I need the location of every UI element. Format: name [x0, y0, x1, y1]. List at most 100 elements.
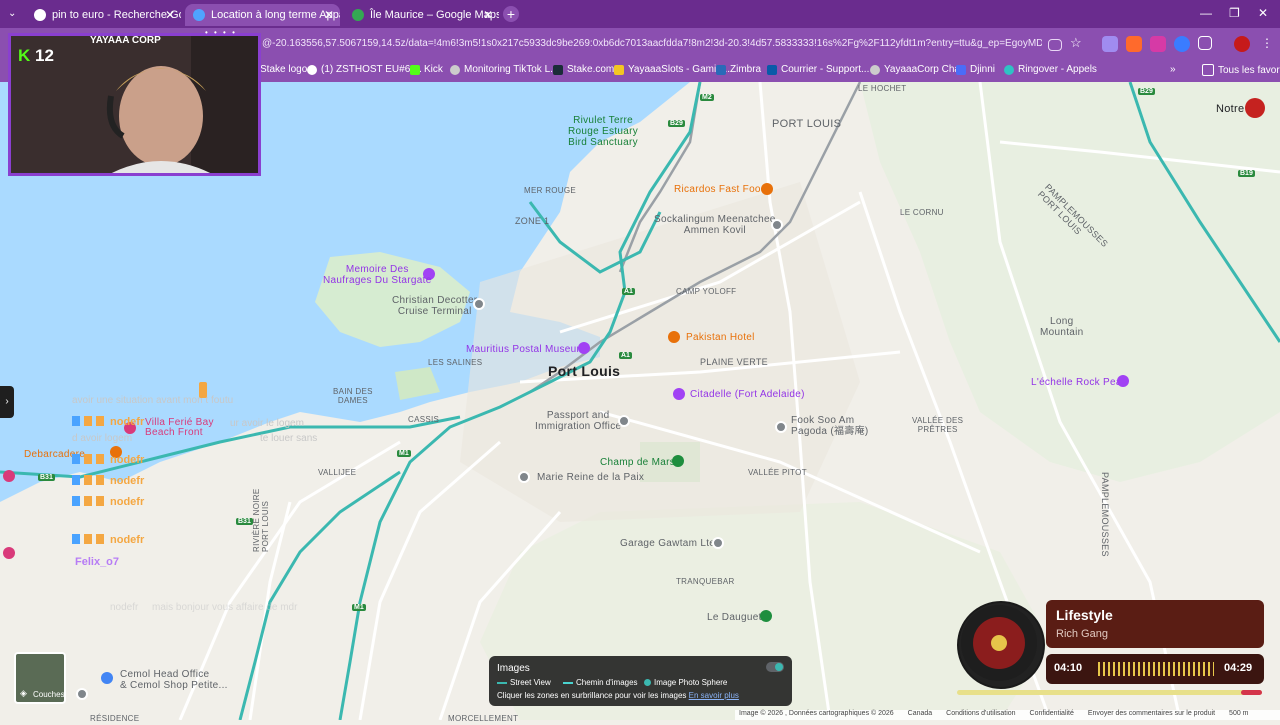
maps-pin-icon: [352, 9, 364, 21]
extension-icon[interactable]: [1102, 36, 1118, 52]
tab-menu-button[interactable]: ⌄: [8, 8, 16, 19]
poi-label[interactable]: Mauritius Postal Museum: [466, 344, 585, 355]
close-icon[interactable]: ✕: [165, 8, 175, 22]
garage-pin-icon[interactable]: [712, 537, 724, 549]
poi-label[interactable]: Le Dauguet: [707, 612, 762, 623]
terms-link[interactable]: Conditions d'utilisation: [946, 710, 1015, 717]
bookmark[interactable]: YayaaaCorp Chat: [870, 64, 963, 75]
poi-label[interactable]: Cemol Head Office & Cemol Shop Petite...: [120, 669, 228, 691]
minimize-icon[interactable]: —: [1200, 6, 1212, 20]
district-label: LES SALINES: [428, 358, 483, 367]
poi-label[interactable]: Fook Soo Am Pagoda (福壽庵): [791, 415, 869, 437]
bookmark[interactable]: Kick: [410, 64, 443, 75]
place-pin-icon[interactable]: [1245, 98, 1265, 118]
poi-label[interactable]: Villa Ferié Bay Beach Front: [145, 418, 214, 438]
close-icon[interactable]: ✕: [324, 8, 334, 22]
url-field[interactable]: @-20.163556,57.5067159,14.5z/data=!4m6!3…: [262, 38, 1042, 49]
poi-label[interactable]: Passport and Immigration Office: [535, 410, 621, 432]
all-bookmarks[interactable]: Tous les favoris: [1202, 64, 1280, 76]
new-tab-button[interactable]: +: [503, 6, 519, 22]
poi-label[interactable]: Marie Reine de la Paix: [537, 472, 644, 483]
bookmark[interactable]: YayaaaSlots - Gamin...: [614, 64, 730, 75]
poi-label[interactable]: Memoire Des Naufrages Du Stargate: [323, 264, 432, 286]
globe-icon: [450, 64, 460, 75]
church-pin-icon[interactable]: [518, 471, 530, 483]
mountain-label[interactable]: Long Mountain: [1040, 316, 1084, 338]
track-title: Lifestyle: [1056, 607, 1113, 623]
poi-label[interactable]: Christian Decotter Cruise Terminal: [392, 295, 477, 317]
peak-pin-icon[interactable]: [1117, 375, 1129, 387]
museum-pin-icon[interactable]: [578, 342, 590, 354]
profile-avatar-icon[interactable]: [1234, 36, 1250, 52]
poi-label[interactable]: Pakistan Hotel: [686, 332, 755, 343]
bookmark[interactable]: Courrier - Support...: [767, 64, 869, 75]
bookmark[interactable]: Monitoring TikTok L...: [450, 64, 558, 75]
webcam-title: YAYAAA CORP: [90, 35, 161, 46]
hotel-pin-icon[interactable]: [668, 331, 680, 343]
shop-pin-icon[interactable]: [101, 672, 113, 684]
browser-menu-icon[interactable]: ⋮: [1261, 36, 1273, 50]
poi-label[interactable]: Garage Gawtam Ltee: [620, 538, 721, 549]
legend-image-path: Chemin d'images: [563, 678, 638, 687]
extensions-puzzle-icon[interactable]: [1198, 36, 1212, 50]
tab-google-maps[interactable]: Île Maurice – Google Maps ✕: [344, 4, 499, 26]
pink-pin-icon[interactable]: [3, 547, 15, 559]
bookmark[interactable]: Ringover - Appels: [1004, 64, 1097, 75]
park-pin-icon[interactable]: [760, 610, 772, 622]
park-pin-icon[interactable]: [672, 455, 684, 467]
album-disc-icon: [961, 605, 1037, 681]
layers-button[interactable]: ◈ Couches: [14, 652, 66, 704]
poi-label[interactable]: Citadelle (Fort Adelaide): [690, 389, 805, 400]
extension-icon[interactable]: [1150, 36, 1166, 52]
google-icon: [34, 9, 46, 21]
terminal-pin-icon[interactable]: [473, 298, 485, 310]
fort-pin-icon[interactable]: [673, 388, 685, 400]
close-window-icon[interactable]: ✕: [1258, 6, 1268, 20]
feedback-link[interactable]: Envoyer des commentaires sur le produit: [1088, 710, 1215, 717]
tab-title: pin to euro - Recherche Google: [52, 9, 181, 21]
images-toggle[interactable]: [766, 662, 784, 672]
poi-label[interactable]: Sockalingum Meenatchee Ammen Kovil: [654, 214, 776, 236]
learn-more-link[interactable]: En savoir plus: [689, 691, 739, 700]
extension-icon[interactable]: [1174, 36, 1190, 52]
expand-panel-chevron-icon[interactable]: ›: [0, 386, 14, 418]
close-icon[interactable]: ✕: [483, 8, 493, 22]
poi-label[interactable]: Champ de Mars: [600, 457, 675, 468]
bookmark[interactable]: (1) ZSTHOST EU#6-...: [307, 64, 422, 75]
bookmark[interactable]: Stake.com: [553, 64, 614, 75]
djinni-icon: [956, 64, 966, 75]
pink-pin-icon[interactable]: [3, 470, 15, 482]
temple-pin-icon[interactable]: [771, 219, 783, 231]
district-label: RÉSIDENCE: [90, 714, 140, 723]
more-bookmarks-chevron-icon[interactable]: »: [1170, 64, 1176, 75]
extension-icon[interactable]: [1126, 36, 1142, 52]
maximize-icon[interactable]: ❐: [1229, 6, 1240, 20]
bookmark-label: YayaaaCorp Chat: [884, 64, 963, 75]
zimbra-icon: [716, 64, 726, 75]
road-badge: A1: [622, 288, 635, 295]
district-label: VALLÉE DES PRÊTRES: [912, 416, 964, 434]
region-link[interactable]: Canada: [908, 710, 933, 717]
privacy-link[interactable]: Confidentialité: [1030, 710, 1074, 717]
place-label[interactable]: Notre: [1216, 103, 1244, 115]
bookmark[interactable]: Zimbra: [716, 64, 761, 75]
bookmark-label: Monitoring TikTok L...: [464, 64, 559, 75]
poi-label[interactable]: L'échelle Rock Peak: [1031, 377, 1127, 388]
office-pin-icon[interactable]: [618, 415, 630, 427]
road-badge: B19: [1238, 170, 1255, 177]
install-app-icon[interactable]: [1048, 39, 1062, 51]
bookmark[interactable]: Djinni: [956, 64, 995, 75]
city-label[interactable]: Port Louis: [548, 363, 620, 379]
total-time: 04:29: [1224, 662, 1253, 674]
pegman-icon[interactable]: [76, 688, 88, 700]
bookmark-label: Stake.com: [567, 64, 615, 75]
poi-label[interactable]: Rivulet Terre Rouge Estuary Bird Sanctua…: [568, 115, 638, 148]
tab-title: Location à long terme Apparten: [211, 9, 340, 21]
pagoda-pin-icon[interactable]: [775, 421, 787, 433]
tab-location[interactable]: Location à long terme Apparten ✕: [185, 4, 340, 26]
district-label: VALLÉE PITOT: [748, 468, 807, 477]
viewer-count: 12: [35, 46, 54, 65]
bookmark-star-icon[interactable]: ☆: [1070, 35, 1082, 51]
tab-google-search[interactable]: pin to euro - Recherche Google ✕: [26, 4, 181, 26]
poi-label[interactable]: Ricardos Fast Food: [674, 184, 767, 195]
